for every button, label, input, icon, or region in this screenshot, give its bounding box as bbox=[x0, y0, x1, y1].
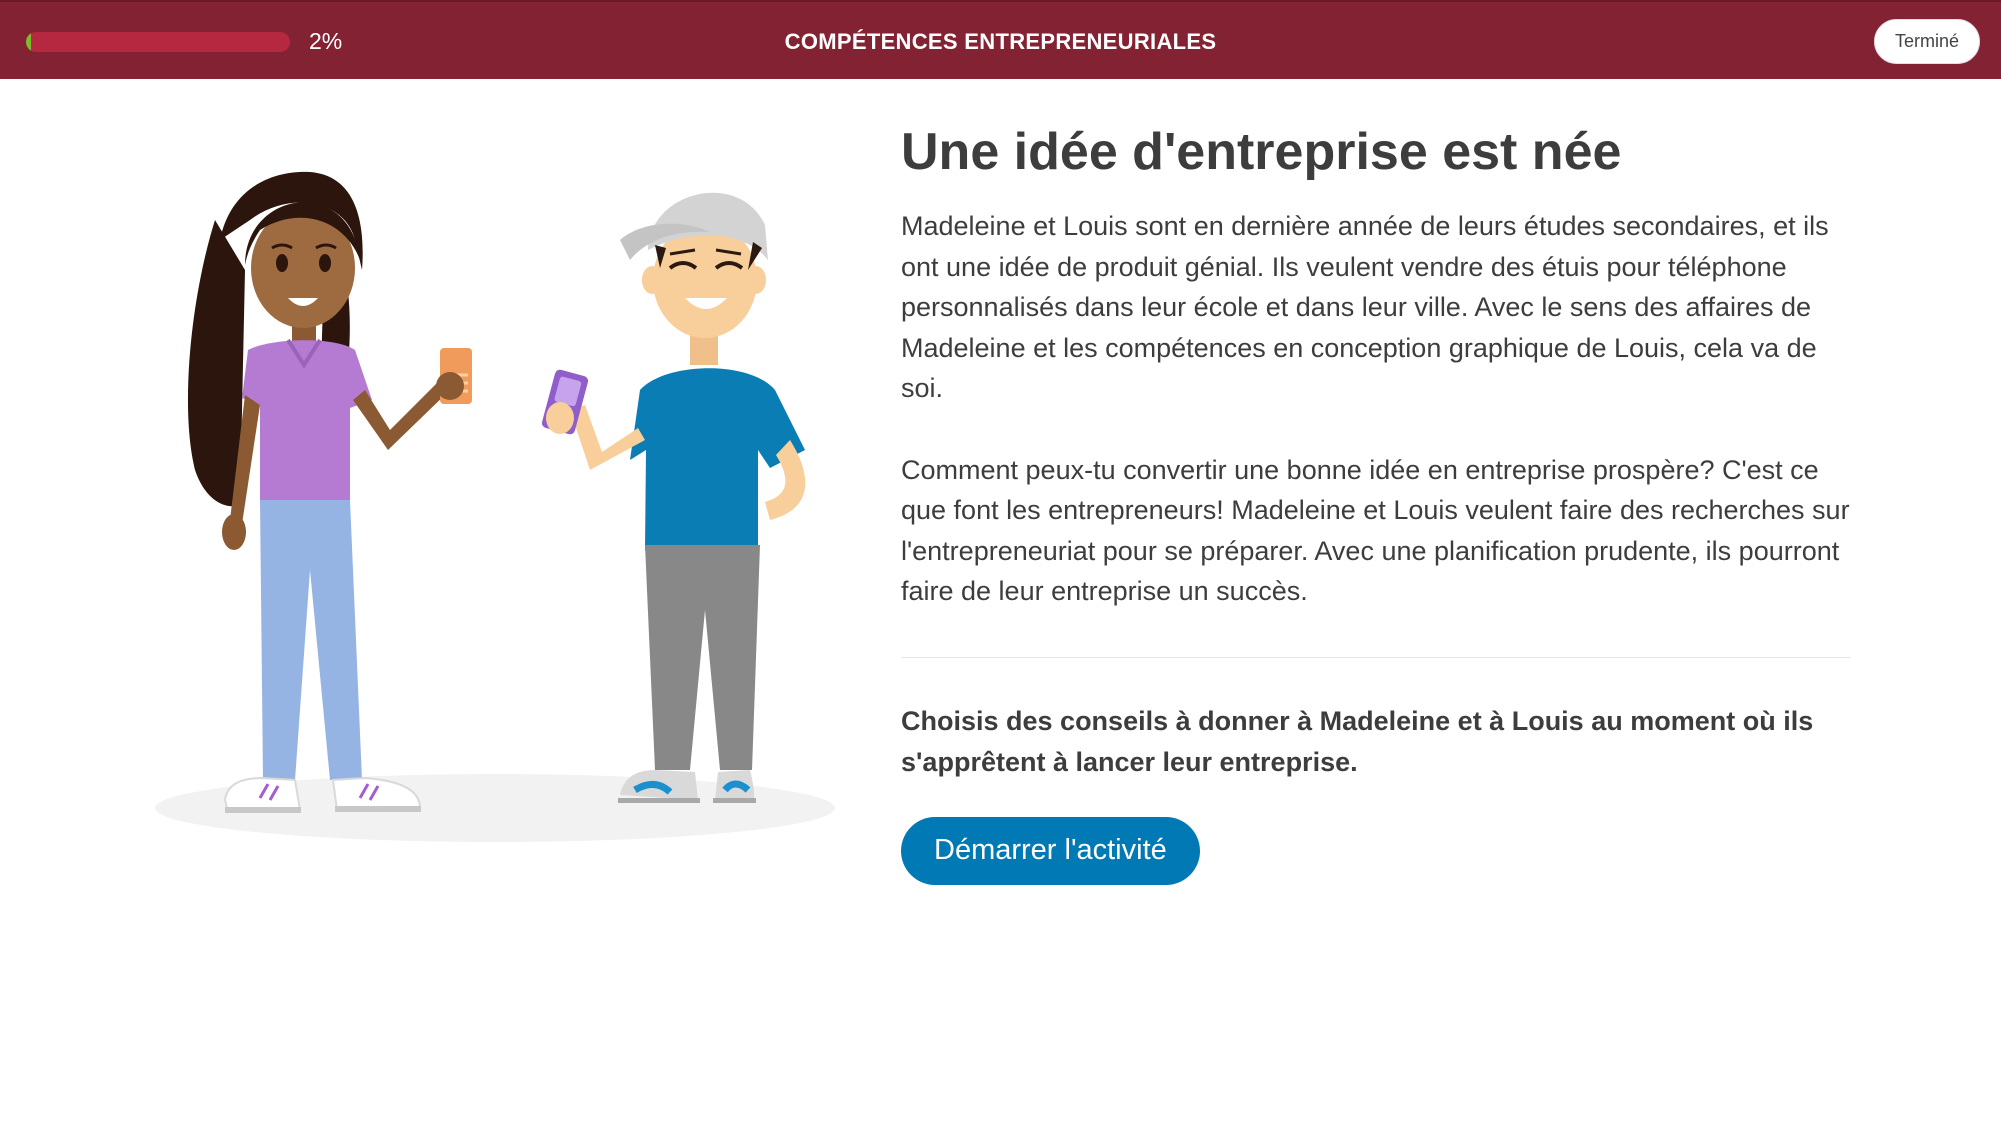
man-character bbox=[541, 192, 806, 803]
intro-content: Une idée d'entreprise est née Madeleine … bbox=[901, 120, 1851, 885]
start-activity-button[interactable]: Démarrer l'activité bbox=[901, 816, 1200, 885]
done-button[interactable]: Terminé bbox=[1874, 19, 1980, 64]
module-title: COMPÉTENCES ENTREPRENEURIALES bbox=[784, 29, 1217, 54]
intro-paragraph-2: Comment peux-tu convertir une bonne idée… bbox=[901, 454, 1850, 607]
page-heading: Une idée d'entreprise est née bbox=[901, 123, 1622, 181]
divider bbox=[901, 656, 1851, 658]
students-illustration bbox=[155, 171, 835, 842]
intro-paragraph-1: Madeleine et Louis sont en dernière anné… bbox=[901, 211, 1829, 403]
top-bar: 2% COMPÉTENCES ENTREPRENEURIALES Terminé bbox=[0, 0, 2001, 79]
activity-prompt: Choisis des conseils à donner à Madelein… bbox=[901, 705, 1814, 777]
woman-character bbox=[187, 171, 472, 814]
